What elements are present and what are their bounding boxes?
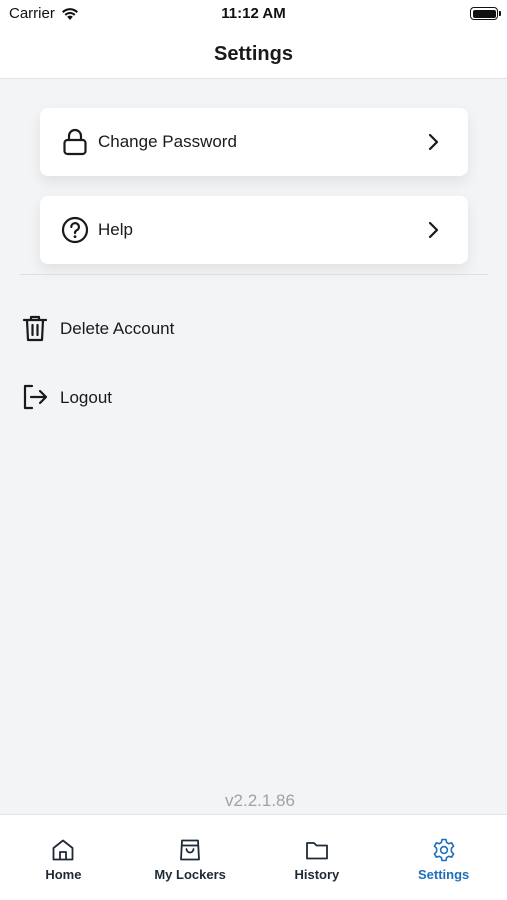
nav-header: Settings [0, 30, 507, 79]
lock-icon [63, 128, 87, 156]
status-time: 11:12 AM [221, 5, 286, 22]
help-button[interactable]: Help [40, 196, 468, 264]
tab-settings[interactable]: Settings [380, 815, 507, 900]
delete-account-button[interactable]: Delete Account [20, 313, 320, 347]
tab-my-lockers-label: My Lockers [154, 867, 226, 882]
folder-icon [305, 842, 328, 860]
home-icon [52, 839, 74, 861]
help-circle-icon [61, 216, 89, 244]
app-version: v2.2.1.86 [225, 791, 295, 810]
tab-history[interactable]: History [254, 815, 381, 900]
help-label: Help [98, 220, 133, 239]
tab-bar: Home My Lockers History Settings [0, 814, 507, 900]
status-bar: Carrier 11:12 AM [0, 0, 507, 30]
logout-icon [23, 384, 48, 410]
gear-icon [433, 838, 455, 862]
trash-icon [22, 315, 48, 342]
logout-button[interactable]: Logout [20, 382, 320, 416]
change-password-button[interactable]: Change Password [40, 108, 468, 176]
section-divider [20, 274, 488, 275]
tab-home-label: Home [45, 867, 82, 882]
tab-home[interactable]: Home [0, 815, 127, 900]
chevron-right-icon [428, 221, 439, 239]
chevron-right-icon [428, 133, 439, 151]
tab-my-lockers[interactable]: My Lockers [127, 815, 254, 900]
tab-history-label: History [294, 867, 340, 882]
locker-bag-icon [180, 839, 201, 861]
tab-settings-label: Settings [417, 867, 470, 882]
page-title: Settings [214, 42, 293, 65]
battery-icon [470, 7, 501, 20]
delete-account-label: Delete Account [60, 319, 175, 338]
logout-label: Logout [60, 388, 112, 407]
change-password-label: Change Password [98, 132, 237, 151]
